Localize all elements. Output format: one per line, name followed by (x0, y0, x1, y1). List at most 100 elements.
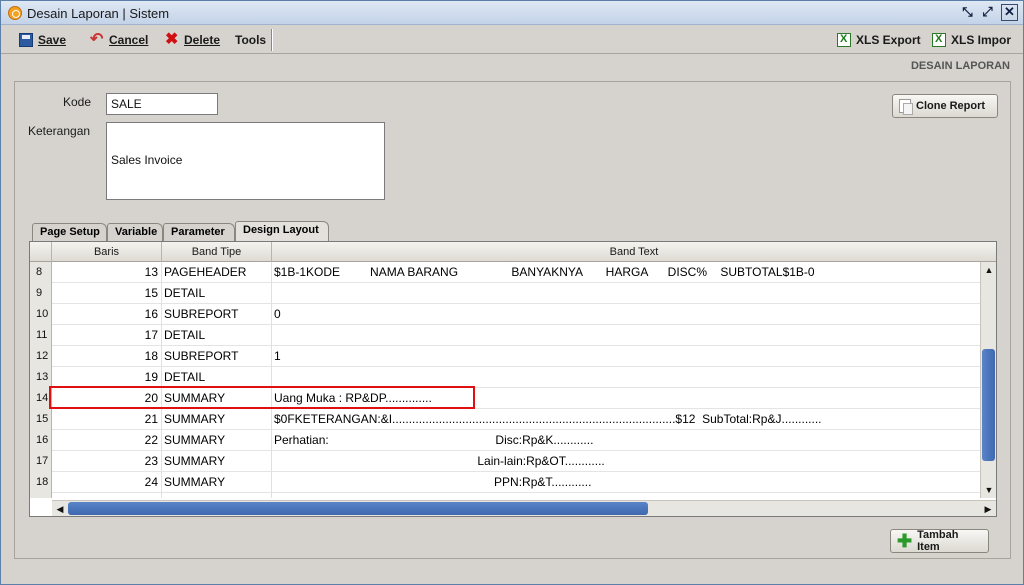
section-title: DESAIN LAPORAN (910, 60, 1010, 72)
xls-import-label: XLS Impor (951, 33, 1012, 47)
tab-parameter[interactable]: Parameter (163, 223, 235, 241)
delete-button[interactable]: ✖ Delete (161, 29, 224, 51)
row-number-cell[interactable]: 11 (30, 325, 52, 346)
band-tipe-cell[interactable]: SUMMARY (162, 493, 272, 498)
plus-icon: ✚ (897, 531, 913, 551)
band-tipe-cell[interactable]: DETAIL (162, 367, 272, 388)
baris-cell[interactable]: 22 (52, 430, 162, 451)
band-text-cell[interactable]: $0F1-Barang yang sudah dibeli tidak dapa… (272, 493, 980, 498)
band-text-cell[interactable] (272, 283, 980, 304)
baris-cell[interactable]: 17 (52, 325, 162, 346)
copy-document-icon (899, 99, 913, 115)
band-text-cell[interactable] (272, 367, 980, 388)
band-tipe-cell[interactable]: DETAIL (162, 325, 272, 346)
kode-field[interactable] (106, 93, 218, 115)
band-tipe-cell[interactable]: PAGEHEADER (162, 262, 272, 283)
band-text-cell[interactable]: Perhatian: Disc:Rp&K............ (272, 430, 980, 451)
tab-design-layout[interactable]: Design Layout (235, 221, 329, 241)
row-number-cell[interactable]: 8 (30, 262, 52, 283)
column-header-band-text[interactable]: Band Text (272, 242, 996, 262)
scroll-right-icon[interactable]: ▶ (980, 502, 996, 516)
baris-cell[interactable]: 25 (52, 493, 162, 498)
row-number-cell[interactable]: 9 (30, 283, 52, 304)
baris-cell[interactable]: 18 (52, 346, 162, 367)
table-row[interactable]: 13 19 DETAIL (30, 367, 980, 388)
band-text-cell[interactable] (272, 325, 980, 346)
band-text-cell[interactable]: 0 (272, 304, 980, 325)
row-number-cell[interactable]: 15 (30, 409, 52, 430)
band-text-cell[interactable]: Lain-lain:Rp&OT............ (272, 451, 980, 472)
scroll-up-icon[interactable]: ▲ (981, 263, 996, 277)
table-row[interactable]: 9 15 DETAIL (30, 283, 980, 304)
excel-icon (837, 33, 851, 47)
row-number-cell[interactable]: 18 (30, 472, 52, 493)
row-number-cell[interactable]: 16 (30, 430, 52, 451)
table-row[interactable]: 1925SUMMARY$0F1-Barang yang sudah dibeli… (30, 493, 980, 498)
row-number-header (30, 242, 52, 262)
row-number-cell[interactable]: 19 (30, 493, 52, 498)
xls-import-button[interactable]: XLS Impor (928, 29, 1015, 51)
vertical-scrollbar[interactable]: ▲ ▼ (980, 262, 996, 498)
table-row[interactable]: 10 16 SUBREPORT 0 (30, 304, 980, 325)
band-text-cell[interactable]: $1B-1KODE NAMA BARANG BANYAKNYA HARGA DI… (272, 262, 980, 283)
title-bar: Desain Laporan | Sistem ⤡ ⤢ ✕ (1, 1, 1023, 25)
row-number-cell[interactable]: 12 (30, 346, 52, 367)
save-button[interactable]: Save (15, 29, 70, 51)
table-row[interactable]: 17 23 SUMMARY Lain-lain:Rp&OT............ (30, 451, 980, 472)
baris-cell[interactable]: 21 (52, 409, 162, 430)
xls-export-label: XLS Export (856, 33, 921, 47)
close-icon[interactable]: ✕ (1001, 4, 1018, 21)
table-row[interactable]: 8 13 PAGEHEADER $1B-1KODE NAMA BARANG BANYA… (30, 262, 980, 283)
row-number-cell[interactable]: 14 (30, 388, 52, 409)
tab-variable[interactable]: Variable (107, 223, 163, 241)
horizontal-scroll-thumb[interactable] (68, 502, 648, 515)
band-tipe-cell[interactable]: SUBREPORT (162, 304, 272, 325)
row-number-cell[interactable]: 13 (30, 367, 52, 388)
baris-cell[interactable]: 16 (52, 304, 162, 325)
band-tipe-cell[interactable]: SUMMARY (162, 409, 272, 430)
column-header-band-tipe[interactable]: Band Tipe (162, 242, 272, 262)
band-text-cell[interactable]: 1 (272, 346, 980, 367)
baris-cell[interactable]: 20 (52, 388, 162, 409)
band-tipe-cell[interactable]: SUMMARY (162, 388, 272, 409)
table-row[interactable]: 16 22 SUMMARY Perhatian: Disc:Rp&K.........… (30, 430, 980, 451)
band-tipe-cell[interactable]: SUMMARY (162, 430, 272, 451)
horizontal-scrollbar[interactable]: ◀ ▶ (52, 500, 996, 516)
clone-report-label: Clone Report (916, 100, 986, 112)
band-text-cell[interactable]: PPN:Rp&T............ (272, 472, 980, 493)
scroll-down-icon[interactable]: ▼ (981, 483, 996, 497)
cancel-button[interactable]: ↶ Cancel (86, 29, 152, 51)
tools-menu-button[interactable]: Tools (231, 29, 270, 51)
band-tipe-cell[interactable]: SUBREPORT (162, 346, 272, 367)
band-tipe-cell[interactable]: DETAIL (162, 283, 272, 304)
restore-icon[interactable]: ⤡ (959, 4, 976, 21)
table-row[interactable]: 11 17 DETAIL (30, 325, 980, 346)
tambah-item-button[interactable]: ✚ Tambah Item (890, 529, 989, 553)
band-text-cell[interactable]: Uang Muka : RP&DP.............. (272, 388, 980, 409)
band-tipe-cell[interactable]: SUMMARY (162, 451, 272, 472)
scroll-left-icon[interactable]: ◀ (52, 502, 68, 516)
column-header-baris[interactable]: Baris (52, 242, 162, 262)
table-row[interactable]: 14 20 SUMMARY Uang Muka : RP&DP............… (30, 388, 980, 409)
baris-cell[interactable]: 24 (52, 472, 162, 493)
xls-export-button[interactable]: XLS Export (833, 29, 925, 51)
row-number-cell[interactable]: 10 (30, 304, 52, 325)
band-text-cell[interactable]: $0FKETERANGAN:&I........................… (272, 409, 980, 430)
tab-page-setup[interactable]: Page Setup (32, 223, 107, 241)
vertical-scroll-thumb[interactable] (982, 349, 995, 461)
keterangan-field[interactable]: Sales Invoice (106, 122, 385, 200)
delete-x-icon: ✖ (165, 31, 179, 48)
baris-cell[interactable]: 15 (52, 283, 162, 304)
maximize-icon[interactable]: ⤢ (979, 4, 996, 21)
table-row[interactable]: 12 18 SUBREPORT 1 (30, 346, 980, 367)
band-tipe-cell[interactable]: SUMMARY (162, 472, 272, 493)
baris-cell[interactable]: 19 (52, 367, 162, 388)
baris-cell[interactable]: 13 (52, 262, 162, 283)
row-number-cell[interactable]: 17 (30, 451, 52, 472)
undo-arrow-icon: ↶ (90, 31, 104, 48)
table-row[interactable]: 18 24 SUMMARY PPN:Rp&T............ (30, 472, 980, 493)
baris-cell[interactable]: 23 (52, 451, 162, 472)
clone-report-button[interactable]: Clone Report (892, 94, 998, 118)
app-window: Desain Laporan | Sistem ⤡ ⤢ ✕ Save ↶ Can… (0, 0, 1024, 585)
table-row[interactable]: 15 21 SUMMARY $0FKETERANGAN:&I.............… (30, 409, 980, 430)
